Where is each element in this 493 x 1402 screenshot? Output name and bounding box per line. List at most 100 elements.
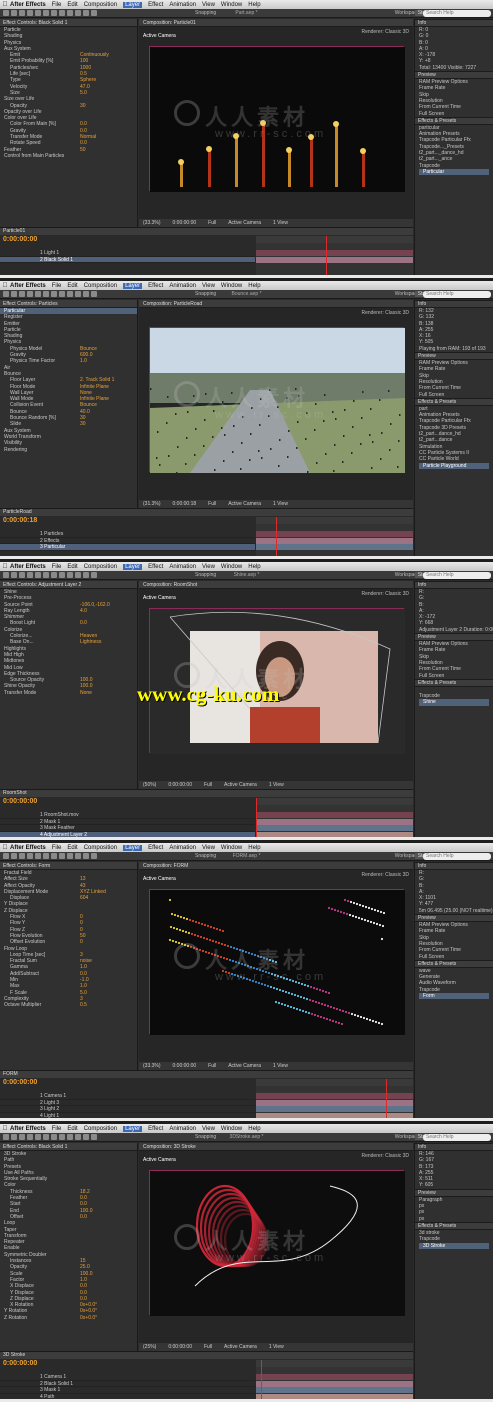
tool-icon[interactable] xyxy=(59,291,65,297)
menu-window[interactable]: Window xyxy=(221,2,242,8)
renderer-label[interactable]: Renderer: Classic 3D xyxy=(361,872,409,878)
viewer-control[interactable]: Active Camera xyxy=(224,1343,257,1351)
timecode[interactable]: 0:00:00:00 xyxy=(3,1360,37,1367)
tool-icon[interactable] xyxy=(35,572,41,578)
composition-tab[interactable]: Composition: ParticleRoad xyxy=(139,300,413,308)
playhead[interactable] xyxy=(256,798,257,837)
layer-duration-bar[interactable] xyxy=(256,250,413,256)
effects-preset-item[interactable]: 3D Stroke xyxy=(419,1242,489,1249)
property-row[interactable]: Z Rotation 0x+0.0° xyxy=(0,1315,137,1321)
tool-icon[interactable] xyxy=(91,1134,97,1140)
apple-icon[interactable]:  xyxy=(0,563,10,570)
tool-icon[interactable] xyxy=(83,10,89,16)
layer-duration-bar[interactable] xyxy=(256,544,413,550)
menu-window[interactable]: Window xyxy=(221,564,242,570)
viewer-control[interactable]: 0:00:00:00 xyxy=(168,781,192,789)
menu-file[interactable]: File xyxy=(52,283,62,289)
info-panel-tab[interactable]: Info xyxy=(415,862,493,870)
effect-controls-tab[interactable]: Effect Controls: Adjustment Layer 2 xyxy=(0,581,137,589)
tool-icon[interactable] xyxy=(51,1134,57,1140)
tool-icon[interactable] xyxy=(11,1134,17,1140)
viewer-control[interactable]: 1 View xyxy=(269,781,284,789)
viewer-control[interactable]: Active Camera xyxy=(228,219,261,227)
viewer-control[interactable]: 1 View xyxy=(269,1343,284,1351)
renderer-label[interactable]: Renderer: Classic 3D xyxy=(361,310,409,316)
tool-icon[interactable] xyxy=(35,291,41,297)
tool-icon[interactable] xyxy=(27,1134,33,1140)
preview-panel-tab[interactable]: Preview xyxy=(415,633,493,642)
layer-duration-bar[interactable] xyxy=(256,831,413,837)
tool-icon[interactable] xyxy=(59,1134,65,1140)
timecode[interactable]: 0:00:00:18 xyxy=(3,517,37,524)
app-name[interactable]: After Effects xyxy=(10,564,46,570)
time-ruler[interactable] xyxy=(256,1079,413,1086)
tool-icon[interactable] xyxy=(67,572,73,578)
tool-icon[interactable] xyxy=(83,572,89,578)
viewer-control[interactable]: 0:00:00:18 xyxy=(173,500,197,508)
effects-preset-item[interactable]: Particular xyxy=(419,168,489,176)
tool-icon[interactable] xyxy=(91,10,97,16)
renderer-label[interactable]: Renderer: Classic 3D xyxy=(361,591,409,597)
tool-icon[interactable] xyxy=(75,10,81,16)
playhead[interactable] xyxy=(276,517,277,556)
tool-icon[interactable] xyxy=(43,1134,49,1140)
tool-icon[interactable] xyxy=(83,291,89,297)
search-help-input[interactable]: Search Help xyxy=(423,10,491,17)
effects-preset-item[interactable]: Form xyxy=(419,993,489,1000)
menu-window[interactable]: Window xyxy=(221,283,242,289)
timeline-tab[interactable]: FORM xyxy=(0,1071,413,1078)
menu-help[interactable]: Help xyxy=(248,2,260,8)
composition-tab[interactable]: Composition: 3D Stroke xyxy=(139,1143,413,1151)
viewer-control[interactable]: Active Camera xyxy=(228,1062,261,1070)
playhead[interactable] xyxy=(261,1360,262,1399)
viewer-control[interactable]: Full xyxy=(204,781,212,789)
tool-icon[interactable] xyxy=(51,853,57,859)
snapping-toggle[interactable]: Snapping xyxy=(195,10,216,16)
layer-duration-bar[interactable] xyxy=(256,1393,413,1399)
renderer-label[interactable]: Renderer: Classic 3D xyxy=(361,1153,409,1159)
apple-icon[interactable]:  xyxy=(0,844,10,851)
effect-controls-tab[interactable]: Effect Controls: Black Solid 1 xyxy=(0,1143,137,1151)
menu-composition[interactable]: Composition xyxy=(84,845,117,851)
menu-help[interactable]: Help xyxy=(248,845,260,851)
menu-view[interactable]: View xyxy=(202,283,215,289)
viewer-control[interactable]: 0:00:00:00 xyxy=(168,1343,192,1351)
time-ruler[interactable] xyxy=(256,798,413,805)
menu-composition[interactable]: Composition xyxy=(84,2,117,8)
layer-duration-bar[interactable] xyxy=(256,1380,413,1387)
tool-icon[interactable] xyxy=(3,291,9,297)
tool-icon[interactable] xyxy=(83,853,89,859)
tool-icon[interactable] xyxy=(35,10,41,16)
app-name[interactable]: After Effects xyxy=(10,2,46,8)
layer-duration-bar[interactable] xyxy=(256,1112,413,1118)
viewer-control[interactable]: Full xyxy=(208,1062,216,1070)
menu-animation[interactable]: Animation xyxy=(169,283,196,289)
app-name[interactable]: After Effects xyxy=(10,283,46,289)
property-row[interactable]: Transfer Mode None xyxy=(0,690,137,696)
tool-icon[interactable] xyxy=(51,291,57,297)
effect-controls-tab[interactable]: Effect Controls: Form xyxy=(0,862,137,870)
tool-icon[interactable] xyxy=(91,572,97,578)
snapping-toggle[interactable]: Snapping xyxy=(195,1134,216,1140)
tool-icon[interactable] xyxy=(67,1134,73,1140)
info-panel-tab[interactable]: Info xyxy=(415,300,493,308)
search-help-input[interactable]: Search Help xyxy=(423,572,491,579)
tool-icon[interactable] xyxy=(67,10,73,16)
viewer-control[interactable]: Full xyxy=(204,1343,212,1351)
snapping-toggle[interactable]: Snapping xyxy=(195,572,216,578)
tool-icon[interactable] xyxy=(59,10,65,16)
layer-row[interactable]: 4 Path xyxy=(0,1394,255,1400)
tool-icon[interactable] xyxy=(27,572,33,578)
layer-row[interactable]: 2 Black Solid 1 xyxy=(0,256,255,263)
menu-composition[interactable]: Composition xyxy=(84,283,117,289)
playhead[interactable] xyxy=(326,236,327,275)
viewer-control[interactable]: 1 View xyxy=(273,500,288,508)
layer-duration-bar[interactable] xyxy=(256,537,413,544)
layer-duration-bar[interactable] xyxy=(256,818,413,825)
property-value[interactable]: 0x+0.0° xyxy=(80,1315,97,1321)
tool-icon[interactable] xyxy=(11,291,17,297)
tool-icon[interactable] xyxy=(11,10,17,16)
tool-icon[interactable] xyxy=(35,853,41,859)
menu-layer[interactable]: Layer xyxy=(123,1125,143,1132)
time-ruler[interactable] xyxy=(256,517,413,524)
